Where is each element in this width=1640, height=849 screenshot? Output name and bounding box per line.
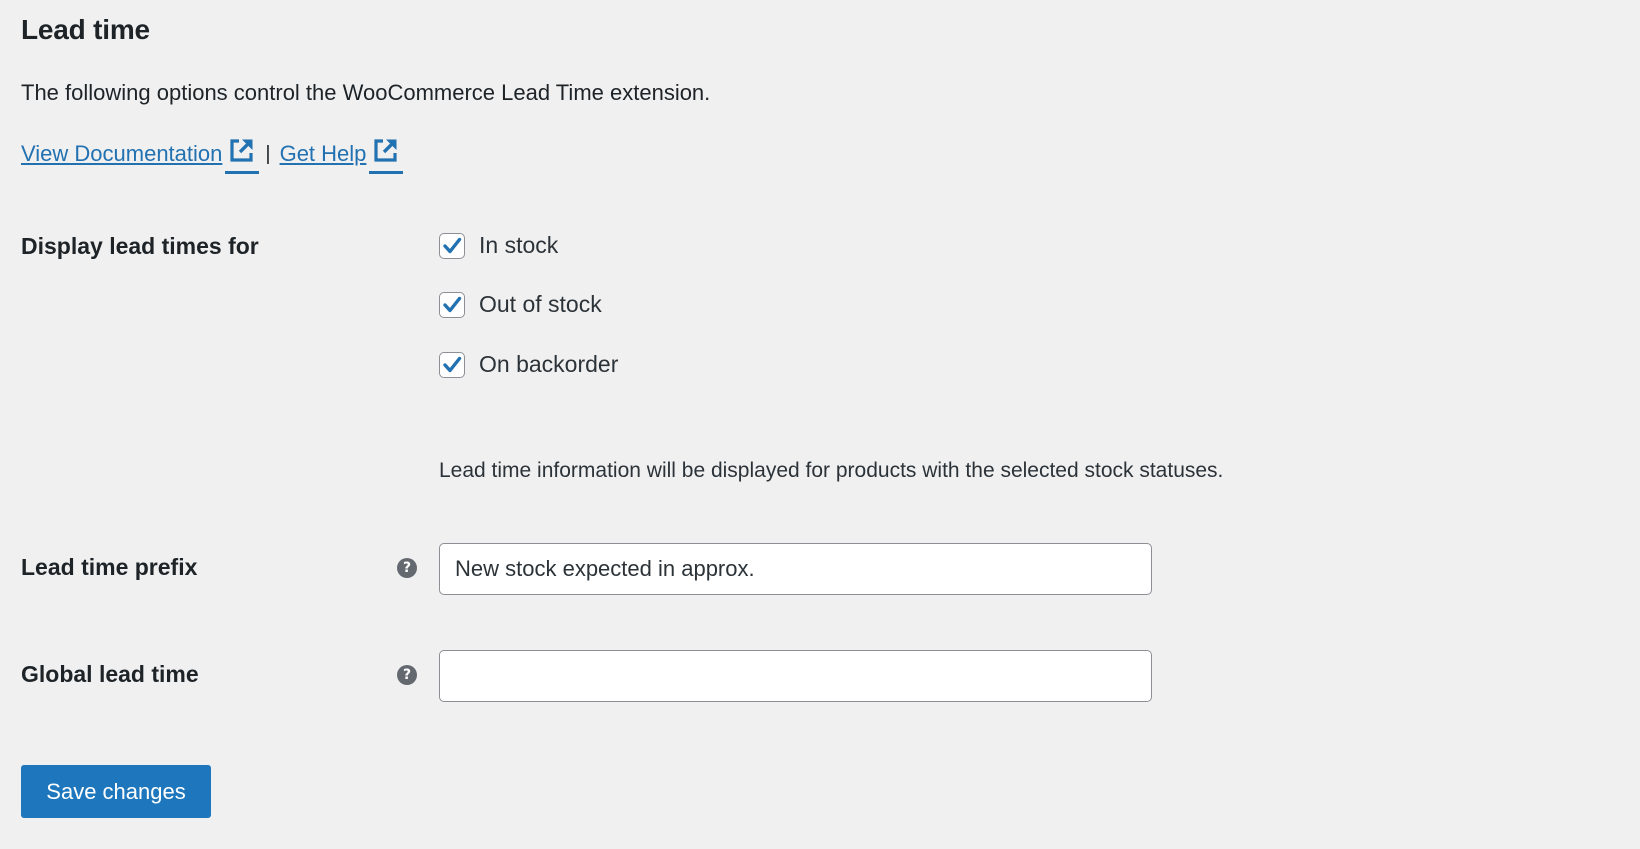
help-links: View Documentation | Get Help <box>21 134 404 174</box>
lead-time-prefix-input[interactable] <box>439 543 1152 595</box>
checkbox-out-of-stock[interactable] <box>439 291 465 318</box>
checkbox-in-stock[interactable] <box>439 232 465 259</box>
question-circle-icon[interactable]: ? <box>397 665 417 685</box>
checkbox-in-stock-row[interactable]: In stock <box>439 232 558 259</box>
save-changes-button[interactable]: Save changes <box>21 765 211 818</box>
checkmark-icon <box>443 296 462 312</box>
checkbox-in-stock-label: In stock <box>479 232 559 258</box>
global-lead-time-input[interactable] <box>439 650 1152 702</box>
links-separator: | <box>265 142 271 165</box>
checkbox-out-of-stock-label: Out of stock <box>479 291 602 317</box>
intro-text: The following options control the WooCom… <box>21 80 711 105</box>
view-documentation-link[interactable]: View Documentation <box>21 141 222 167</box>
page-title: Lead time <box>21 14 150 45</box>
display-lead-times-label: Display lead times for <box>21 233 259 259</box>
checkbox-on-backorder-label: On backorder <box>479 351 619 377</box>
external-link-icon[interactable] <box>225 134 260 174</box>
checkbox-on-backorder[interactable] <box>439 351 465 378</box>
question-circle-icon[interactable]: ? <box>397 558 417 578</box>
stock-status-description: Lead time information will be displayed … <box>439 459 1224 482</box>
global-lead-time-label: Global lead time <box>21 661 199 687</box>
checkbox-on-backorder-row[interactable]: On backorder <box>439 351 618 378</box>
lead-time-prefix-label: Lead time prefix <box>21 554 198 580</box>
external-link-icon[interactable] <box>369 134 404 174</box>
settings-page: Lead time The following options control … <box>0 0 1640 849</box>
checkbox-out-of-stock-row[interactable]: Out of stock <box>439 291 602 318</box>
checkmark-icon <box>443 237 462 253</box>
get-help-link[interactable]: Get Help <box>280 141 367 167</box>
checkmark-icon <box>443 356 462 372</box>
